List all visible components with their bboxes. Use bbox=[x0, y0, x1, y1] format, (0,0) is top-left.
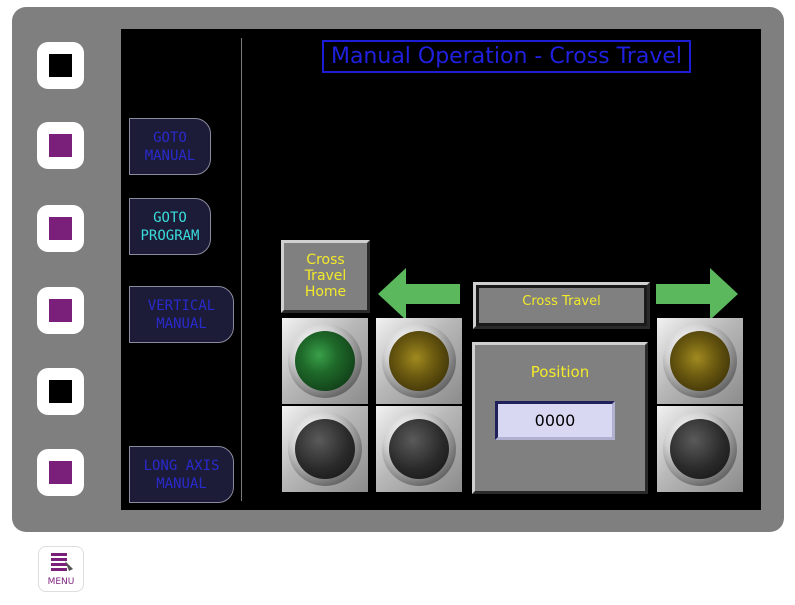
softkey-indicator bbox=[49, 134, 72, 157]
softkey-indicator bbox=[49, 54, 72, 77]
menu-icon bbox=[51, 553, 73, 571]
cross-travel-label: Cross Travel bbox=[473, 282, 650, 329]
home-pushbutton[interactable] bbox=[282, 406, 368, 492]
vertical-manual-button[interactable]: VERTICAL MANUAL bbox=[129, 286, 234, 343]
arrow-right-icon[interactable] bbox=[656, 268, 738, 320]
softkey-6[interactable] bbox=[37, 449, 84, 496]
cross-travel-home-button[interactable]: Cross Travel Home bbox=[281, 240, 370, 313]
home-indicator-lamp bbox=[282, 318, 368, 404]
softkey-2[interactable] bbox=[37, 122, 84, 169]
jog-right-pushbutton[interactable] bbox=[657, 406, 743, 492]
softkey-indicator bbox=[49, 380, 72, 403]
softkey-1[interactable] bbox=[37, 42, 84, 89]
softkey-indicator bbox=[49, 461, 72, 484]
left-indicator-lamp bbox=[376, 318, 462, 404]
long-axis-manual-button[interactable]: LONG AXIS MANUAL bbox=[129, 446, 234, 503]
menu-label: MENU bbox=[47, 577, 75, 587]
goto-program-button[interactable]: GOTO PROGRAM bbox=[129, 198, 211, 255]
jog-left-pushbutton[interactable] bbox=[376, 406, 462, 492]
goto-manual-button[interactable]: GOTO MANUAL bbox=[129, 118, 211, 175]
arrow-left-icon[interactable] bbox=[378, 268, 460, 320]
menu-button[interactable]: MENU bbox=[38, 546, 84, 592]
position-label: Position bbox=[530, 363, 590, 381]
position-value-field[interactable]: 0000 bbox=[495, 401, 615, 440]
page-title: Manual Operation - Cross Travel bbox=[322, 40, 691, 73]
softkey-indicator bbox=[49, 299, 72, 322]
right-indicator-lamp bbox=[657, 318, 743, 404]
position-panel: Position 0000 bbox=[472, 342, 648, 494]
softkey-indicator bbox=[49, 217, 72, 240]
softkey-4[interactable] bbox=[37, 287, 84, 334]
softkey-5[interactable] bbox=[37, 368, 84, 415]
softkey-3[interactable] bbox=[37, 205, 84, 252]
divider bbox=[241, 38, 242, 501]
